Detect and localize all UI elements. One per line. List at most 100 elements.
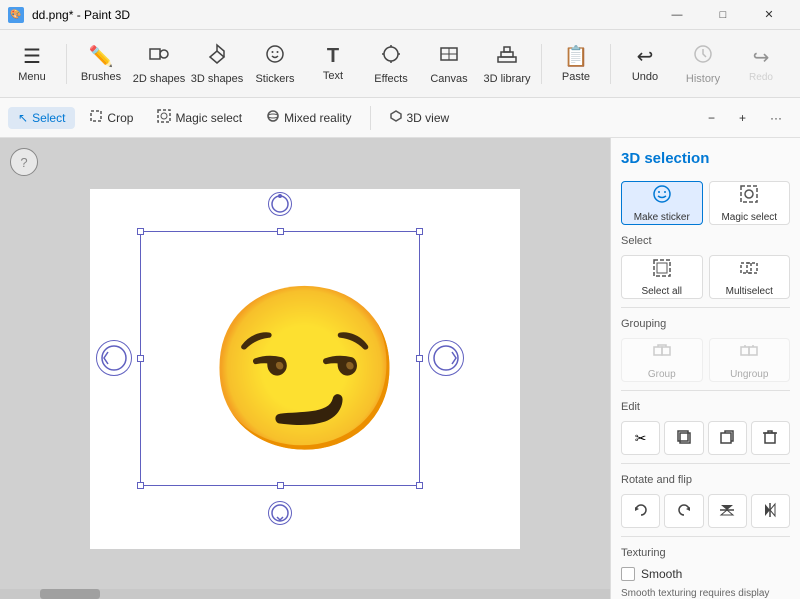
action-mixed-reality[interactable]: Mixed reality (256, 105, 361, 130)
toolbar-label-stickers: Stickers (255, 73, 294, 85)
more-options-button[interactable]: ··· (760, 107, 792, 129)
handle-bottom-center[interactable] (277, 482, 284, 489)
toolbar-item-history[interactable]: History (675, 34, 731, 94)
titlebar-controls[interactable]: — □ ✕ (654, 0, 792, 30)
handle-bottom-left[interactable] (137, 482, 144, 489)
toolbar-item-paste[interactable]: 📋 Paste (548, 34, 604, 94)
action-3d-view[interactable]: 3D view (379, 105, 460, 130)
zoom-in-button[interactable]: + (729, 107, 756, 129)
handle-top-left[interactable] (137, 228, 144, 235)
multiselect-icon (739, 258, 759, 283)
make-sticker-button[interactable]: Make sticker (621, 181, 703, 225)
redo-icon: ↪ (753, 45, 770, 70)
right-panel: 3D selection Make sticker (610, 138, 800, 599)
toolbar-item-3d-library[interactable]: 3D library (479, 34, 535, 94)
handle-bottom-right[interactable] (416, 482, 423, 489)
flip-horizontal-button[interactable] (751, 494, 790, 528)
magic-select-icon (157, 109, 171, 126)
toolbar-item-redo[interactable]: ↪ Redo (733, 34, 789, 94)
group-label: Group (648, 369, 676, 380)
magic-select-panel-icon (739, 184, 759, 209)
toolbar-item-stickers[interactable]: Stickers (247, 34, 303, 94)
actionbar: ↖ Select Crop Magic select Mixed reality… (0, 98, 800, 138)
zoom-out-button[interactable]: − (698, 107, 725, 129)
crop-icon (89, 109, 103, 126)
paste-icon: 📋 (564, 44, 589, 69)
toolbar-item-effects[interactable]: Effects (363, 34, 419, 94)
action-magic-select[interactable]: Magic select (147, 105, 252, 130)
main-area: ? 😏 (0, 138, 800, 599)
copy-icon (676, 429, 692, 448)
rotate-right-button[interactable] (664, 494, 703, 528)
mixed-reality-label: Mixed reality (284, 111, 351, 125)
divider-2 (621, 390, 790, 391)
toolbar-item-text[interactable]: T Text (305, 34, 361, 94)
select-section-label: Select (621, 235, 790, 247)
rotate-left-icon (632, 501, 650, 522)
rotate-right-icon (675, 501, 693, 522)
smooth-row: Smooth (621, 567, 790, 581)
smooth-checkbox[interactable] (621, 567, 635, 581)
duplicate-button[interactable] (708, 421, 747, 455)
magic-select-panel-label: Magic select (721, 212, 777, 223)
toolbar-label-effects: Effects (374, 73, 407, 85)
canvas-area[interactable]: ? 😏 (0, 138, 610, 599)
rotate-top-handle[interactable] (268, 192, 292, 216)
handle-middle-right[interactable] (416, 355, 423, 362)
2d-shapes-icon (148, 43, 170, 71)
toolbar-item-canvas[interactable]: Canvas (421, 34, 477, 94)
toolbar-label-canvas: Canvas (430, 73, 467, 85)
select-buttons: Select all Multiselect (621, 255, 790, 299)
handle-top-right[interactable] (416, 228, 423, 235)
brushes-icon: ✏️ (89, 44, 114, 69)
multiselect-button[interactable]: Multiselect (709, 255, 791, 299)
titlebar-title: dd.png* - Paint 3D (32, 8, 130, 22)
crop-label: Crop (107, 111, 133, 125)
toolbar-item-2d-shapes[interactable]: 2D shapes (131, 34, 187, 94)
canvas-scrollbar[interactable] (0, 589, 610, 599)
toolbar-label-menu: Menu (18, 71, 46, 83)
action-crop[interactable]: Crop (79, 105, 143, 130)
toolbar-item-3d-shapes[interactable]: 3D shapes (189, 34, 245, 94)
texturing-section-label: Texturing (621, 547, 790, 559)
undo-icon: ↩ (637, 44, 654, 69)
copy-button[interactable] (664, 421, 703, 455)
smooth-label: Smooth (641, 567, 682, 581)
duplicate-icon (719, 429, 735, 448)
cut-button[interactable]: ✂ (621, 421, 660, 455)
edit-buttons: ✂ (621, 421, 790, 455)
handle-top-center[interactable] (277, 228, 284, 235)
ungroup-button[interactable]: Ungroup (709, 338, 791, 382)
emoji-display: 😏 (205, 289, 404, 449)
toolbar-label-2d-shapes: 2D shapes (133, 73, 186, 85)
menu-icon: ☰ (23, 44, 41, 69)
text-icon: T (327, 45, 339, 68)
magic-select-label: Magic select (175, 111, 242, 125)
toolbar: ☰ Menu ✏️ Brushes 2D shapes 3D shapes (0, 30, 800, 98)
3d-view-icon (389, 109, 403, 126)
select-all-button[interactable]: Select all (621, 255, 703, 299)
select-icon: ↖ (18, 111, 28, 125)
toolbar-label-redo: Redo (749, 72, 773, 83)
rotate-left-button[interactable] (621, 494, 660, 528)
toolbar-item-undo[interactable]: ↩ Undo (617, 34, 673, 94)
toolbar-separator-3 (610, 44, 611, 84)
maximize-button[interactable]: □ (700, 0, 746, 30)
toolbar-item-brushes[interactable]: ✏️ Brushes (73, 34, 129, 94)
close-button[interactable]: ✕ (746, 0, 792, 30)
scrollbar-thumb[interactable] (40, 589, 100, 599)
rotate-bottom-handle[interactable] (268, 501, 292, 525)
effects-icon (380, 43, 402, 71)
group-button[interactable]: Group (621, 338, 703, 382)
minimize-button[interactable]: — (654, 0, 700, 30)
magic-select-button[interactable]: Magic select (709, 181, 791, 225)
grouping-section-label: Grouping (621, 318, 790, 330)
flip-vertical-button[interactable] (708, 494, 747, 528)
handle-middle-left[interactable] (137, 355, 144, 362)
rotate-left-handle[interactable] (96, 340, 132, 376)
help-button[interactable]: ? (10, 148, 38, 176)
action-select[interactable]: ↖ Select (8, 107, 75, 129)
rotate-right-handle[interactable] (428, 340, 464, 376)
toolbar-item-menu[interactable]: ☰ Menu (4, 34, 60, 94)
delete-button[interactable] (751, 421, 790, 455)
